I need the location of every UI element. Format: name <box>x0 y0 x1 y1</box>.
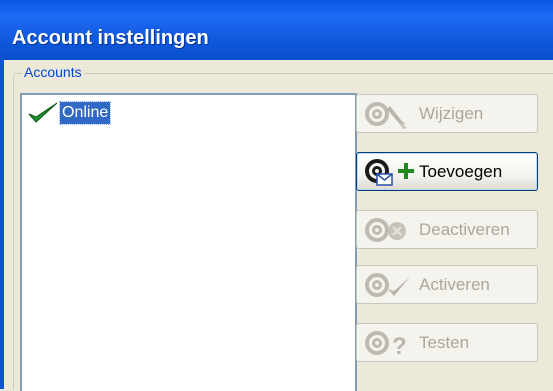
toevoegen-label: Toevoegen <box>419 161 503 181</box>
accounts-list[interactable]: Online <box>20 93 357 391</box>
title-bar[interactable]: Account instellingen <box>0 0 553 60</box>
list-item-online[interactable]: Online <box>26 101 112 125</box>
deactiveren-button[interactable]: Deactiveren <box>356 210 538 249</box>
accounts-group-label: Accounts <box>22 64 84 80</box>
add-account-icon <box>365 158 414 186</box>
svg-text:?: ? <box>392 333 407 360</box>
test-account-icon: ? <box>365 330 407 360</box>
testen-button[interactable]: ? Testen <box>356 323 538 362</box>
window-left-border <box>0 60 4 389</box>
wijzigen-label: Wijzigen <box>419 103 484 123</box>
window-title: Account instellingen <box>12 27 209 49</box>
list-item-label: Online <box>58 101 112 125</box>
activeren-button[interactable]: Activeren <box>356 265 538 304</box>
deactivate-account-icon <box>365 217 406 242</box>
testen-label: Testen <box>419 332 470 352</box>
edit-account-icon <box>365 101 407 129</box>
account-settings-window: Account instellingen Accounts Online Wij… <box>0 0 553 391</box>
deactiveren-label: Deactiveren <box>419 219 510 239</box>
activeren-label: Activeren <box>419 274 490 294</box>
activate-account-icon <box>365 272 410 297</box>
wijzigen-button[interactable]: Wijzigen <box>356 94 538 133</box>
toevoegen-button[interactable]: Toevoegen <box>356 152 538 191</box>
check-icon <box>28 102 58 123</box>
